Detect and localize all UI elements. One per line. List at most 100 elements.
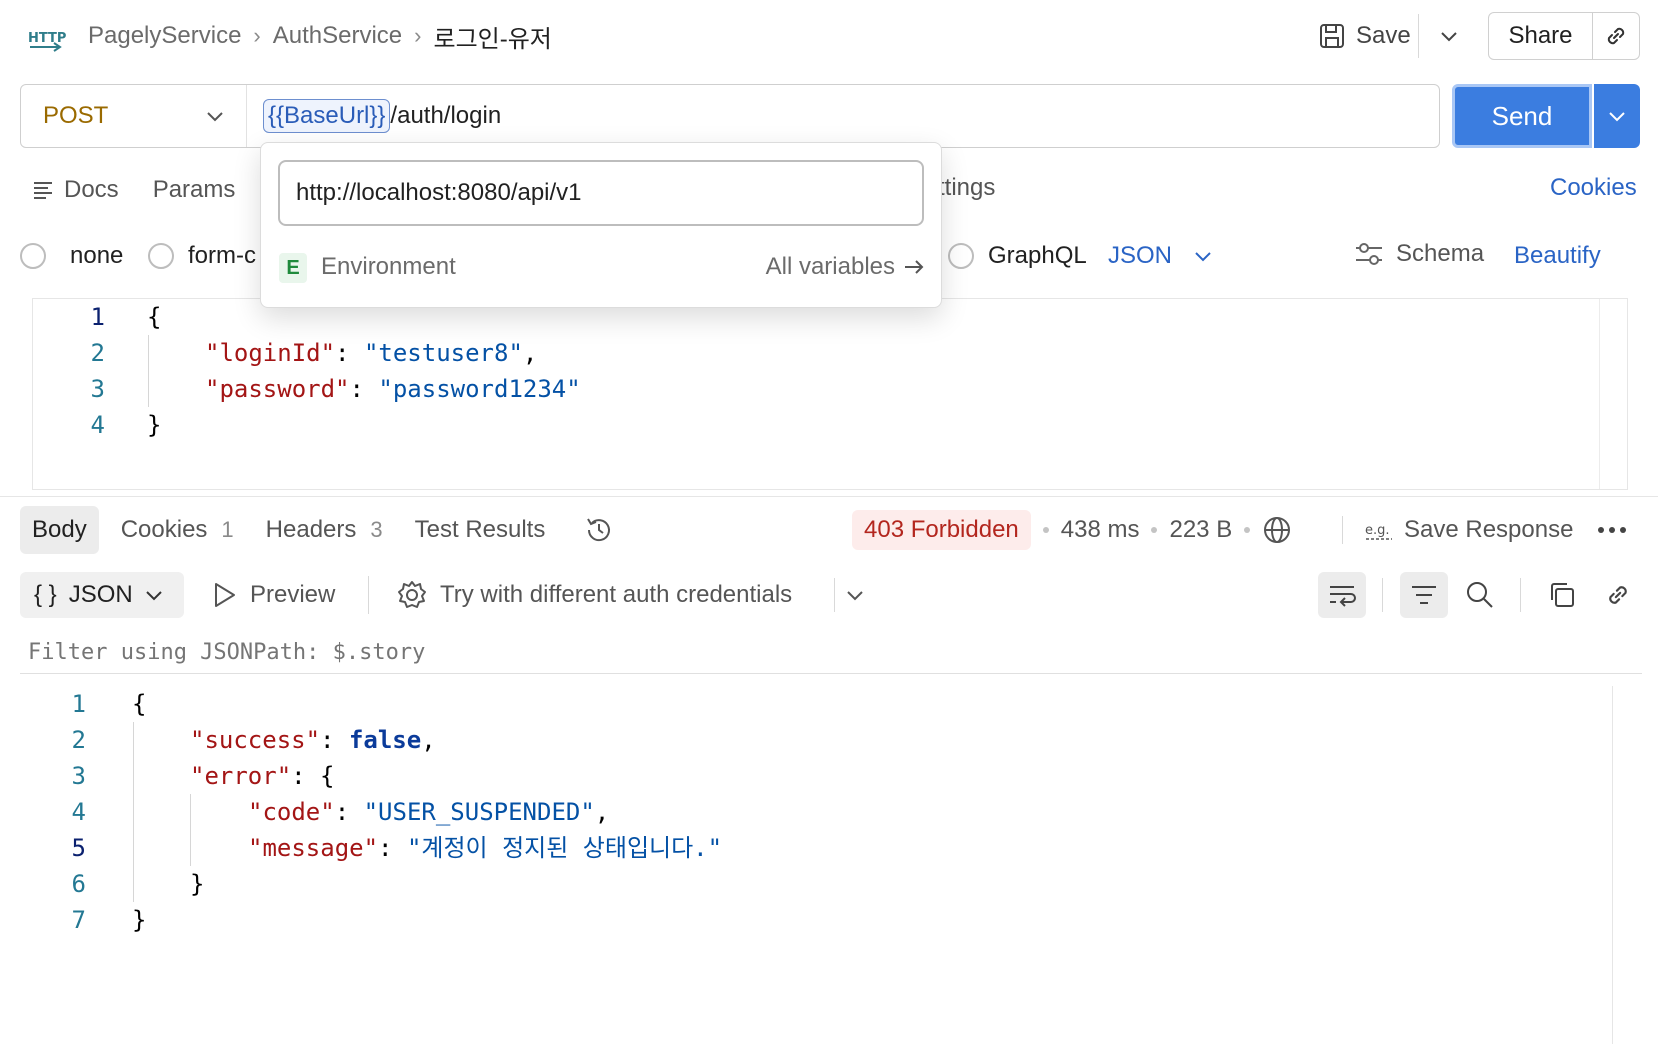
body-type-none[interactable]: none xyxy=(20,242,123,270)
tab-test-results-label: Test Results xyxy=(414,516,546,543)
http-logo-icon: HTTP xyxy=(26,20,66,54)
code-line: "loginId": "testuser8", xyxy=(205,339,538,367)
save-options-button[interactable] xyxy=(1428,14,1470,58)
line-number: 3 xyxy=(71,762,86,790)
send-options-button[interactable] xyxy=(1594,84,1640,148)
send-button[interactable]: Send xyxy=(1452,84,1592,148)
jsonpath-filter-input[interactable] xyxy=(20,632,1642,674)
copy-link-button[interactable] xyxy=(1593,13,1639,59)
line-number: 3 xyxy=(90,375,105,403)
history-icon xyxy=(583,514,615,546)
url-bar: POST {{BaseUrl}} /auth/login xyxy=(20,84,1440,148)
svg-text:e.g.: e.g. xyxy=(1365,523,1390,538)
breadcrumb-item-request[interactable]: 로그인-유저 xyxy=(433,19,551,54)
breadcrumb-item-folder[interactable]: AuthService xyxy=(273,22,402,50)
line-number: 7 xyxy=(71,906,86,934)
tab-settings[interactable]: ttings xyxy=(938,174,995,202)
tab-headers-label: Headers xyxy=(265,516,357,543)
code-line: "code": "USER_SUSPENDED", xyxy=(248,798,610,826)
response-format-select[interactable]: { } JSON xyxy=(20,572,184,618)
divider xyxy=(1520,578,1521,612)
tab-headers[interactable]: Headers 3 xyxy=(266,516,383,544)
tab-docs[interactable]: Docs xyxy=(32,176,119,204)
tab-cookies-label: Cookies xyxy=(120,516,208,543)
response-time[interactable]: 438 ms xyxy=(1061,516,1140,544)
divider xyxy=(834,578,835,612)
beautify-button[interactable]: Beautify xyxy=(1514,242,1601,270)
code-line: { xyxy=(147,303,162,331)
code-line: "error": { xyxy=(190,762,335,790)
body-type-form-label: form-c xyxy=(188,242,256,269)
wrap-lines-button[interactable] xyxy=(1318,572,1366,618)
search-button[interactable] xyxy=(1460,572,1500,618)
preview-button[interactable]: Preview xyxy=(212,572,335,618)
cookies-count: 1 xyxy=(221,517,234,542)
radio-button xyxy=(948,243,974,269)
all-variables-link[interactable]: All variables xyxy=(766,253,925,281)
code-line: "password": "password1234" xyxy=(205,375,581,403)
code-line: } xyxy=(190,870,205,898)
cookies-link[interactable]: Cookies xyxy=(1550,174,1637,202)
body-type-form-data[interactable]: form-c xyxy=(148,242,256,270)
editor-scroll-track xyxy=(1599,299,1600,489)
response-size[interactable]: 223 B xyxy=(1169,516,1232,544)
line-number: 2 xyxy=(90,339,105,367)
body-language-select[interactable]: JSON xyxy=(1108,242,1212,270)
body-type-graphql[interactable]: GraphQL xyxy=(948,242,1087,270)
share-button[interactable]: Share xyxy=(1489,13,1593,59)
divider xyxy=(1382,578,1383,612)
example-icon: e.g. xyxy=(1364,517,1394,543)
chevron-down-icon xyxy=(846,589,864,601)
response-body-viewer[interactable]: 1 2 3 4 5 6 7 { "success": false, "error… xyxy=(20,686,1620,1044)
search-icon xyxy=(1465,580,1495,610)
link-icon xyxy=(1603,23,1629,49)
tab-body[interactable]: Body xyxy=(20,506,99,554)
try-options-button[interactable] xyxy=(846,572,864,618)
breadcrumb: PagelyService › AuthService › 로그인-유저 xyxy=(88,16,552,56)
line-number: 2 xyxy=(71,726,86,754)
method-select[interactable]: POST xyxy=(21,85,247,147)
response-format-label: JSON xyxy=(68,581,133,608)
tab-cookies[interactable]: Cookies 1 xyxy=(121,516,234,544)
code-line: } xyxy=(132,906,147,934)
tab-test-results[interactable]: Test Results xyxy=(415,516,546,544)
preview-label: Preview xyxy=(250,581,336,608)
history-button[interactable] xyxy=(583,514,615,546)
method-label: POST xyxy=(43,102,109,129)
chevron-right-icon: › xyxy=(414,23,422,48)
chevron-down-icon xyxy=(1440,30,1458,42)
schema-button[interactable]: Schema xyxy=(1354,240,1484,268)
globe-icon[interactable] xyxy=(1262,515,1292,545)
save-button[interactable]: Save xyxy=(1318,14,1411,58)
line-number: 1 xyxy=(90,303,105,331)
response-link-button[interactable] xyxy=(1598,572,1638,618)
gear-icon xyxy=(396,579,428,611)
play-icon xyxy=(212,581,238,609)
filter-button[interactable] xyxy=(1400,572,1448,618)
copy-button[interactable] xyxy=(1542,572,1582,618)
request-body-editor[interactable]: 1 2 3 4 { "loginId": "testuser8", "passw… xyxy=(32,298,1628,490)
breadcrumb-item-service[interactable]: PagelyService xyxy=(88,22,241,50)
save-response-button[interactable]: e.g. Save Response xyxy=(1364,508,1573,552)
body-type-none-label: none xyxy=(70,242,124,269)
variable-value-input[interactable]: http://localhost:8080/api/v1 xyxy=(278,160,924,226)
separator-dot xyxy=(1042,527,1049,533)
docs-icon xyxy=(32,179,54,201)
link-icon xyxy=(1604,581,1632,609)
svg-text:HTTP: HTTP xyxy=(28,31,66,46)
divider xyxy=(1418,14,1419,58)
try-different-auth-button[interactable]: Try with different auth credentials xyxy=(396,572,792,618)
variable-popup: http://localhost:8080/api/v1 E Environme… xyxy=(260,142,942,308)
section-divider xyxy=(0,496,1658,497)
url-input[interactable]: {{BaseUrl}} /auth/login xyxy=(247,99,501,133)
code-line: "success": false, xyxy=(190,726,436,754)
save-response-label: Save Response xyxy=(1404,516,1574,543)
separator-dot xyxy=(1244,527,1251,533)
line-number: 1 xyxy=(71,690,86,718)
status-badge[interactable]: 403 Forbidden xyxy=(852,510,1031,550)
tab-params[interactable]: Params xyxy=(153,176,236,204)
line-number: 4 xyxy=(71,798,86,826)
divider xyxy=(368,576,369,614)
url-variable-token[interactable]: {{BaseUrl}} xyxy=(263,99,391,133)
more-options-icon[interactable] xyxy=(1598,508,1626,552)
